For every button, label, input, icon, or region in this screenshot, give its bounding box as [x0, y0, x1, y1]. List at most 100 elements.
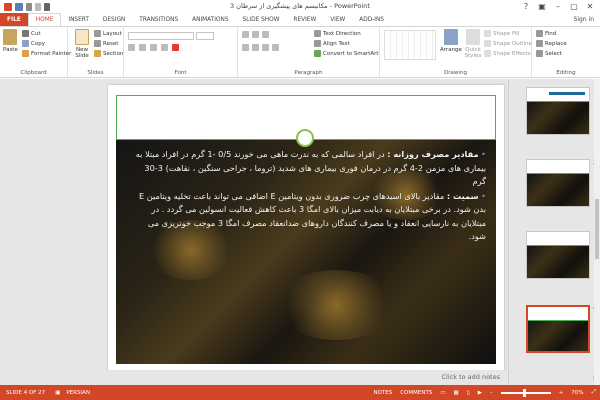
text-direction-label: Text Direction	[323, 30, 361, 37]
tab-add-ins[interactable]: ADD-INS	[352, 13, 391, 26]
tab-design[interactable]: DESIGN	[96, 13, 132, 26]
proofing-icon[interactable]: ▣	[55, 390, 60, 396]
quick-styles-icon	[466, 29, 480, 45]
zoom-slider[interactable]	[500, 388, 551, 397]
cut-button[interactable]: Cut	[22, 30, 40, 37]
layout-label: Layout	[103, 30, 122, 37]
shape-effects-button[interactable]: Shape Effects	[484, 50, 531, 57]
tab-view[interactable]: VIEW	[323, 13, 352, 26]
window-title: مکانیسم های پیشگیری از سرطان 3 - PowerPo…	[230, 2, 370, 10]
shape-outline-button[interactable]: Shape Outline	[484, 40, 532, 47]
notes-placeholder[interactable]: Click to add notes	[442, 373, 500, 381]
notes-toggle[interactable]: NOTES	[373, 390, 392, 396]
close-icon[interactable]: ✕	[582, 0, 598, 12]
slide-body-text[interactable]: • مقادیر مصرف روزانه : در افراد سالمی که…	[134, 148, 486, 245]
brush-icon	[22, 50, 29, 57]
notes-pane[interactable]: Click to add notes	[96, 370, 508, 385]
font-size-combo[interactable]	[196, 32, 214, 40]
replace-button[interactable]: Replace	[536, 40, 567, 47]
tab-animations[interactable]: ANIMATIONS	[185, 13, 235, 26]
thumbnails-scrollbar[interactable]	[594, 79, 600, 385]
normal-view-icon[interactable]: ▭	[440, 390, 445, 396]
help-icon[interactable]: ?	[518, 0, 534, 12]
slide-background-image: • مقادیر مصرف روزانه : در افراد سالمی که…	[116, 140, 496, 364]
thumb-title	[549, 92, 585, 95]
slide-sorter-icon[interactable]: ▦	[454, 390, 459, 396]
editing-label: Editing	[556, 70, 576, 76]
shapes-gallery[interactable]	[384, 30, 436, 60]
shape-fill-label: Shape Fill	[493, 30, 520, 37]
layout-icon	[94, 30, 101, 37]
bold-icon[interactable]	[128, 44, 135, 51]
format-painter-button[interactable]: Format Painter	[22, 50, 71, 57]
select-label: Select	[545, 50, 562, 57]
comments-toggle[interactable]: COMMENTS	[400, 390, 432, 396]
indent-icon[interactable]	[262, 31, 269, 38]
zoom-in-icon[interactable]: +	[559, 390, 564, 396]
tab-review[interactable]: REVIEW	[286, 13, 323, 26]
justify-icon[interactable]	[272, 44, 279, 51]
select-button[interactable]: Select	[536, 50, 562, 57]
tab-insert[interactable]: INSERT	[61, 13, 96, 26]
slide-thumbnail[interactable]	[526, 87, 590, 135]
slideshow-view-icon[interactable]: ▶	[478, 390, 482, 396]
shape-fill-button[interactable]: Shape Fill	[484, 30, 519, 37]
copy-button[interactable]: Copy	[22, 40, 45, 47]
text-direction-button[interactable]: Text Direction	[314, 30, 361, 37]
scrollbar-thumb[interactable]	[595, 199, 599, 259]
new-slide-icon	[75, 29, 89, 45]
reading-view-icon[interactable]: ▯	[467, 390, 470, 396]
tab-transitions[interactable]: TRANSITIONS	[132, 13, 185, 26]
align-right-icon[interactable]	[262, 44, 269, 51]
strikethrough-icon[interactable]	[161, 44, 168, 51]
convert-smartart-button[interactable]: Convert to SmartArt	[314, 50, 379, 57]
copy-label: Copy	[31, 40, 45, 47]
reset-button[interactable]: Reset	[94, 40, 118, 47]
slide-canvas: • مقادیر مصرف روزانه : در افراد سالمی که…	[96, 79, 508, 385]
language-indicator[interactable]: PERSIAN	[66, 390, 90, 396]
layout-button[interactable]: Layout	[94, 30, 122, 37]
section-label: Section	[103, 50, 124, 57]
minimize-icon[interactable]: –	[550, 0, 566, 12]
slide-thumbnail-selected[interactable]	[526, 305, 590, 353]
paragraph-intake: • مقادیر مصرف روزانه : در افراد سالمی که…	[134, 148, 486, 189]
current-slide[interactable]: • مقادیر مصرف روزانه : در افراد سالمی که…	[108, 85, 504, 370]
shape-effects-icon	[484, 50, 491, 57]
ribbon-display-icon[interactable]: ▣	[534, 0, 550, 12]
quick-styles-button[interactable]: Quick Styles	[462, 29, 484, 59]
zoom-out-icon[interactable]: –	[490, 390, 493, 396]
tab-home[interactable]: HOME	[27, 13, 62, 26]
drawing-group: Arrange Quick Styles Shape Fill Shape Ou…	[380, 27, 532, 77]
font-color-icon[interactable]	[172, 44, 179, 51]
paste-button[interactable]: Paste	[3, 29, 18, 53]
convert-smartart-label: Convert to SmartArt	[323, 50, 379, 57]
tab-slide-show[interactable]: SLIDE SHOW	[236, 13, 287, 26]
maximize-icon[interactable]: ▢	[566, 0, 582, 12]
status-right: NOTES COMMENTS ▭ ▦ ▯ ▶ – + 70% ⤢	[373, 385, 596, 400]
reset-icon	[94, 40, 101, 47]
underline-icon[interactable]	[150, 44, 157, 51]
section-button[interactable]: Section	[94, 50, 123, 57]
copy-icon	[22, 40, 29, 47]
arrange-icon	[443, 29, 458, 45]
arrange-button[interactable]: Arrange	[440, 29, 462, 53]
paragraph-group: Text Direction Align Text Convert to Sma…	[238, 27, 380, 77]
shape-outline-label: Shape Outline	[493, 40, 532, 47]
align-text-button[interactable]: Align Text	[314, 40, 350, 47]
italic-icon[interactable]	[139, 44, 146, 51]
align-center-icon[interactable]	[252, 44, 259, 51]
new-slide-button[interactable]: New Slide	[71, 29, 93, 59]
align-left-icon[interactable]	[242, 44, 249, 51]
thumb-header	[528, 307, 588, 321]
numbering-icon[interactable]	[252, 31, 259, 38]
font-name-combo[interactable]	[128, 32, 194, 40]
tab-file[interactable]: FILE	[0, 13, 28, 26]
sign-in-link[interactable]: Sign in	[574, 16, 594, 23]
zoom-level[interactable]: 70%	[571, 390, 583, 396]
fit-slide-icon[interactable]: ⤢	[592, 389, 596, 396]
slide-thumbnail[interactable]	[526, 159, 590, 207]
bullets-icon[interactable]	[242, 31, 249, 38]
find-button[interactable]: Find	[536, 30, 556, 37]
slide-thumbnail[interactable]	[526, 231, 590, 279]
bullet-icon: •	[478, 190, 486, 201]
